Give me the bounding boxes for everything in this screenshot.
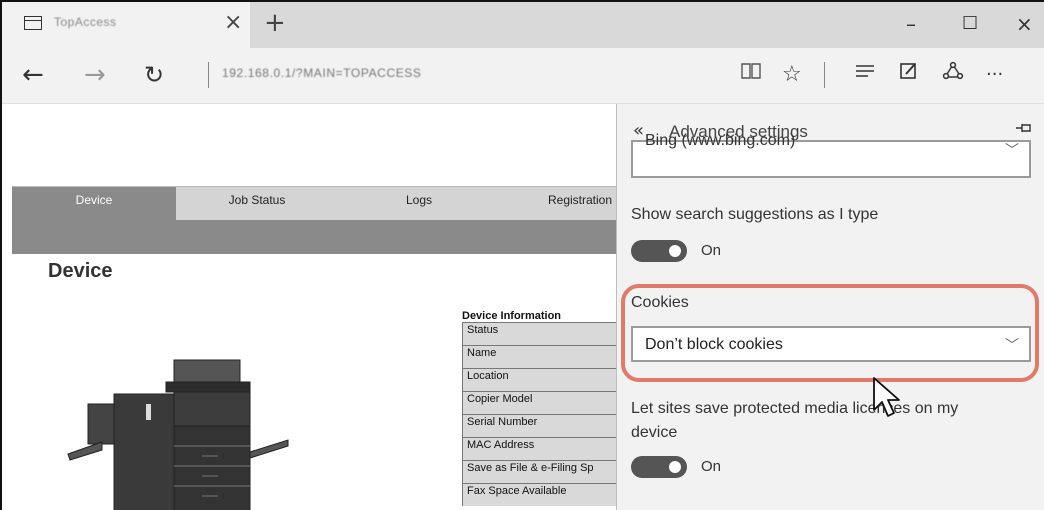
search-engine-select[interactable]: Bing (www.bing.com) ﹀: [631, 132, 1031, 178]
pin-icon[interactable]: [1015, 120, 1033, 139]
tab-device[interactable]: Device: [12, 186, 176, 220]
minimize-button[interactable]: –: [906, 10, 916, 38]
tab-job-status[interactable]: Job Status: [176, 186, 338, 220]
info-row-serial-number: Serial Number: [462, 414, 616, 437]
back-chevron-icon[interactable]: «: [633, 120, 644, 141]
page-title: Device: [48, 260, 113, 282]
refresh-button[interactable]: ↻: [144, 60, 164, 90]
tab-logs[interactable]: Logs: [338, 186, 500, 220]
printer-image: [67, 359, 289, 510]
media-licenses-state: On: [701, 458, 722, 475]
tab-registration[interactable]: Registration: [500, 186, 616, 220]
media-licenses-label-line2: device: [631, 424, 678, 441]
info-row-copier-model: Copier Model: [462, 391, 616, 414]
page-tab-bar: Device Job Status Logs Registration: [12, 186, 616, 254]
cookies-label: Cookies: [631, 294, 689, 311]
web-note-icon[interactable]: [898, 60, 920, 91]
tab-close-button[interactable]: ×: [224, 11, 242, 35]
info-row-mac-address: MAC Address: [462, 437, 616, 460]
close-window-button[interactable]: ×: [1016, 10, 1033, 38]
mouse-cursor-icon: [873, 377, 900, 417]
cookies-select[interactable]: Don’t block cookies ﹀: [631, 326, 1031, 362]
toolbar-divider: [824, 62, 825, 88]
back-button[interactable]: ←: [22, 60, 44, 90]
browser-window: TopAccess × + – ☐ × ← → ↻ 192.168.0.1/?M…: [0, 0, 1044, 510]
advanced-settings-panel: « Advanced settings Bing (www.bing.com) …: [616, 104, 1044, 510]
info-row-name: Name: [462, 345, 616, 368]
browser-tab[interactable]: TopAccess ×: [2, 2, 250, 48]
more-icon[interactable]: ···: [986, 60, 1003, 90]
search-engine-value: Bing (www.bing.com): [645, 132, 796, 149]
tab-page-icon: [24, 16, 42, 30]
device-information-title: Device Information: [462, 310, 562, 322]
search-suggestions-state: On: [701, 242, 722, 259]
reading-view-icon[interactable]: [740, 60, 762, 90]
forward-button[interactable]: →: [84, 60, 106, 90]
share-icon[interactable]: [942, 60, 964, 91]
new-tab-button[interactable]: +: [264, 9, 286, 37]
chevron-down-icon: ﹀: [1005, 143, 1019, 159]
info-row-location: Location: [462, 368, 616, 391]
chevron-down-icon: ﹀: [1005, 338, 1019, 354]
tab-title: TopAccess: [54, 15, 117, 29]
maximize-button[interactable]: ☐: [962, 10, 978, 38]
favorite-star-icon[interactable]: ☆: [782, 60, 802, 90]
toggle-knob: [669, 461, 681, 473]
media-licenses-toggle[interactable]: [631, 456, 687, 478]
info-row-status: Status: [462, 322, 616, 345]
address-bar[interactable]: 192.168.0.1/?MAIN=TOPACCESS: [222, 66, 422, 80]
title-bar: TopAccess × + – ☐ ×: [2, 2, 1044, 48]
info-row-fax-space: Fax Space Available: [462, 483, 616, 506]
navigation-bar: ← → ↻ 192.168.0.1/?MAIN=TOPACCESS ☆ ···: [2, 48, 1044, 104]
media-licenses-label: Let sites save protected media licences …: [631, 400, 959, 417]
device-information-table: Status Name Location Copier Model Serial…: [462, 322, 616, 506]
search-suggestions-toggle[interactable]: [631, 240, 687, 262]
search-suggestions-label: Show search suggestions as I type: [631, 206, 879, 223]
info-row-save-as-file: Save as File & e-Filing Sp: [462, 460, 616, 483]
address-divider: [208, 62, 209, 88]
hub-icon[interactable]: [854, 60, 876, 90]
cookies-value: Don’t block cookies: [645, 336, 783, 353]
toggle-knob: [669, 245, 681, 257]
web-page: Device Job Status Logs Registration Devi…: [2, 104, 616, 510]
